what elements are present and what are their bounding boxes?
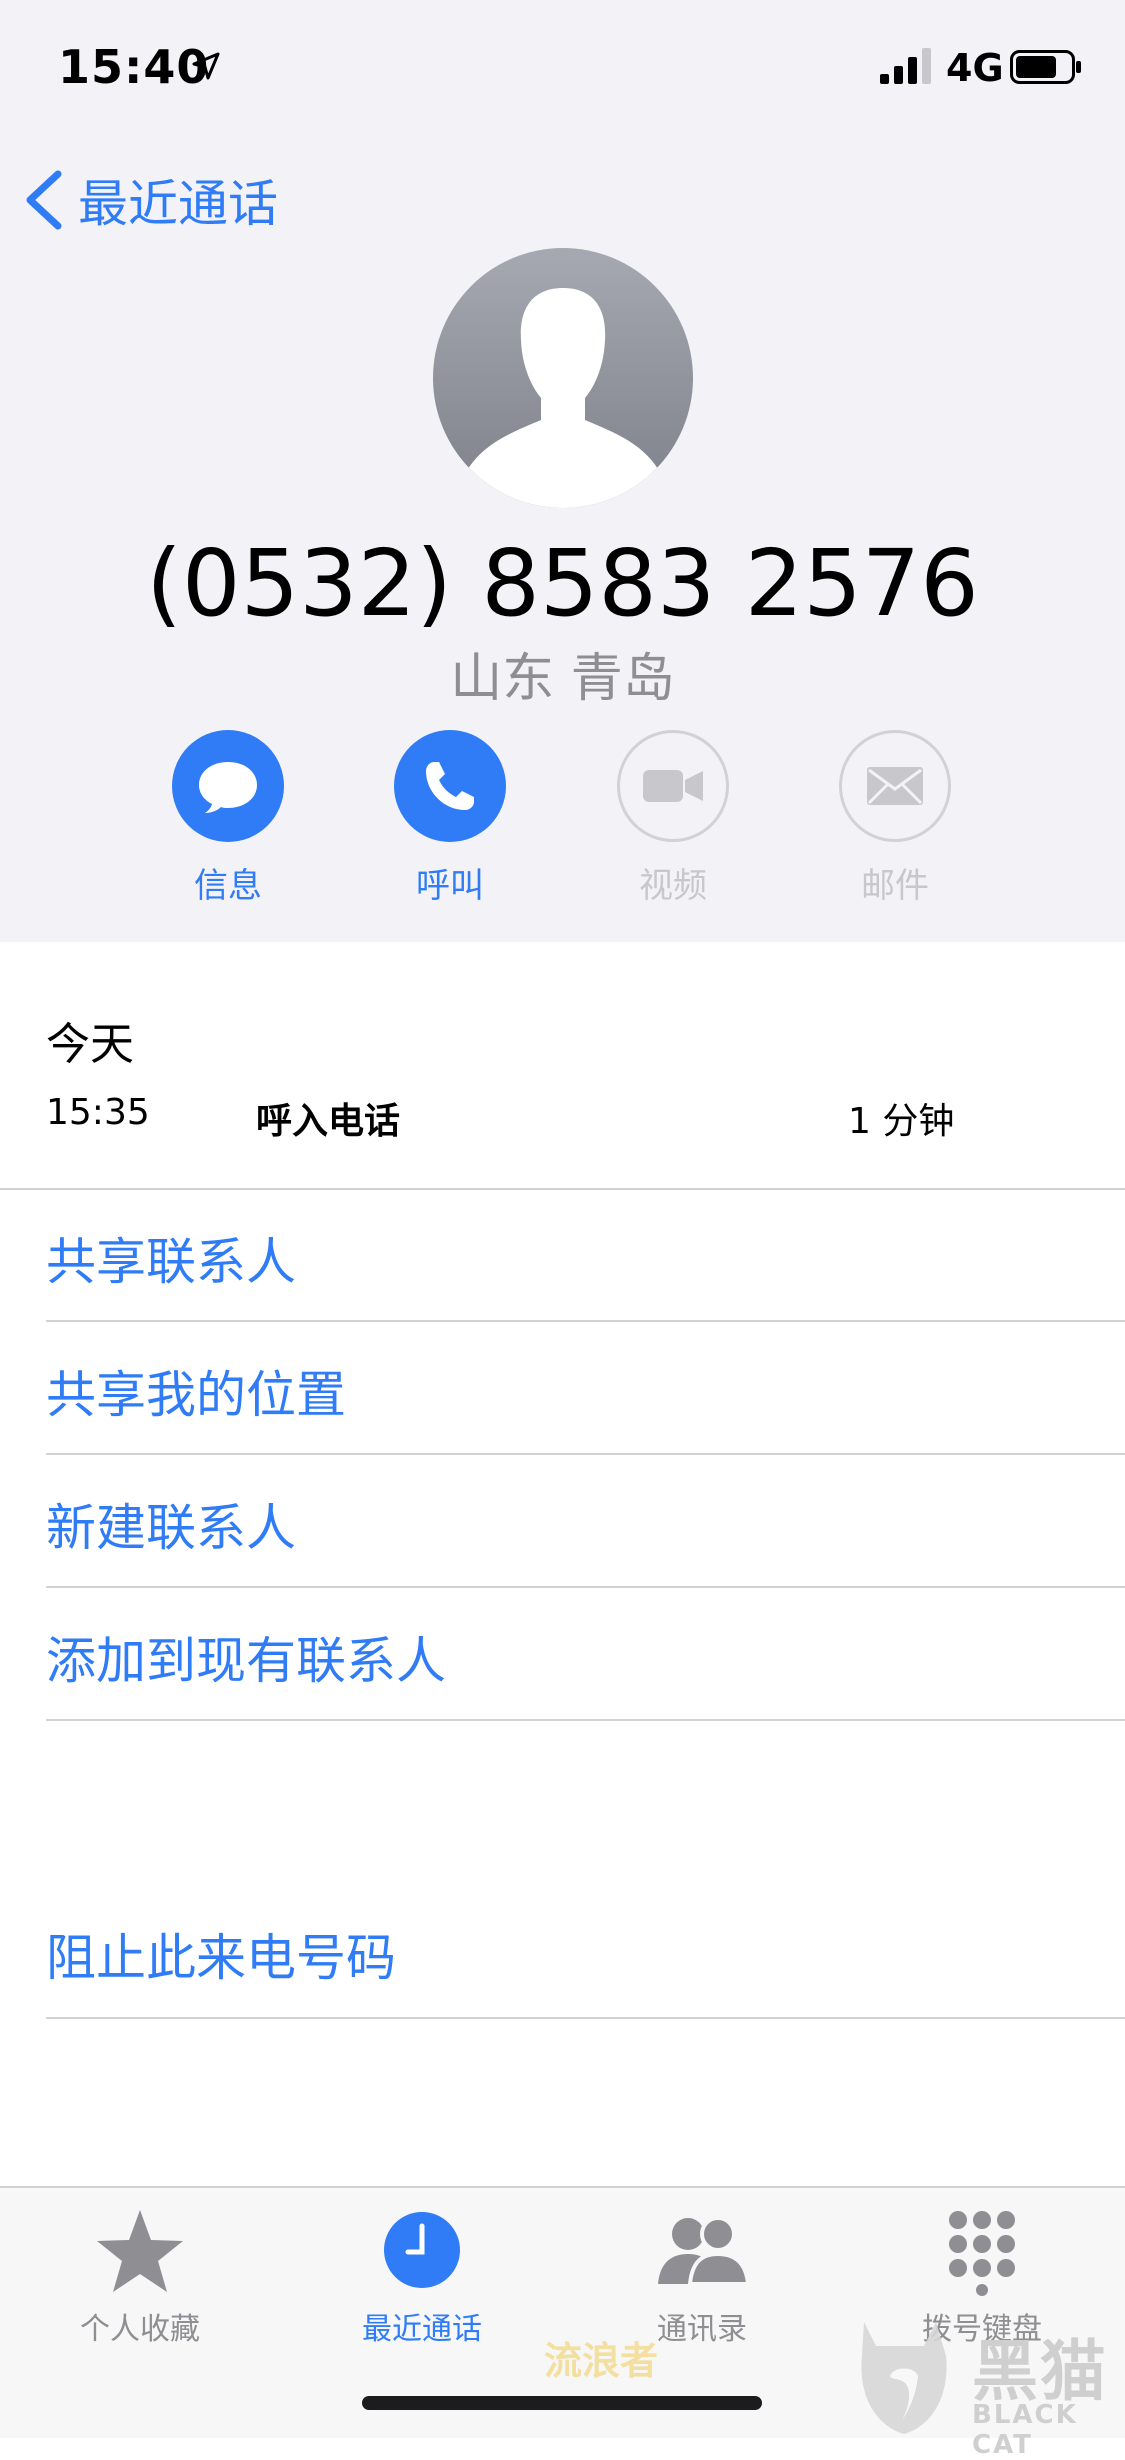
call-action-label: 呼叫 [416,866,484,906]
option-divider [46,1719,1125,1721]
message-action-circle [172,730,284,842]
block-caller-option[interactable]: 阻止此来电号码 [46,1918,396,1990]
recents-day-header: 今天 [46,1019,134,1070]
share-location-option[interactable]: 共享我的位置 [46,1355,346,1427]
mail-action-button[interactable]: 邮件 [810,730,980,907]
cellular-signal-icon [880,48,931,84]
message-action-button[interactable]: 信息 [143,730,313,907]
tab-recents-label: 最近通话 [362,2312,482,2347]
watermark-brand-en: BLACK CAT [972,2400,1078,2460]
tab-recents[interactable]: 最近通话 [322,2204,522,2348]
tab-favorites[interactable]: 个人收藏 [40,2204,240,2348]
contact-location: 山东 青岛 [450,649,675,709]
mail-action-label: 邮件 [861,866,929,906]
chevron-left-icon [26,170,62,230]
tab-contacts[interactable]: 通讯录 [602,2204,802,2348]
location-arrow-icon [192,52,220,80]
recent-call-duration: 1 分钟 [848,1101,955,1142]
network-type: 4G [946,46,1004,90]
recents-divider [0,1188,1125,1190]
tab-favorites-label: 个人收藏 [80,2312,200,2347]
phone-icon [426,762,474,810]
share-contact-option[interactable]: 共享联系人 [46,1222,296,1294]
contact-phone-number: (0532) 8583 2576 [146,530,979,637]
new-contact-option[interactable]: 新建联系人 [46,1488,296,1560]
status-time: 15:40 [58,40,210,94]
clock-icon [384,2212,460,2288]
star-icon [97,2210,183,2292]
back-button[interactable]: 最近通话 [22,160,278,240]
recent-call-time: 15:35 [46,1092,150,1133]
option-divider [46,1453,1125,1455]
contacts-icon [658,2216,751,2286]
recent-call-type: 呼入电话 [256,1101,401,1142]
message-icon [199,762,257,813]
message-action-label: 信息 [194,866,262,906]
battery-icon [1010,50,1081,84]
option-divider [46,1586,1125,1588]
mail-icon [867,767,923,805]
keypad-icon [949,2211,1015,2296]
home-indicator[interactable] [362,2396,762,2410]
call-action-circle [394,730,506,842]
block-divider [46,2017,1125,2019]
option-divider [46,1320,1125,1322]
contact-avatar [433,248,693,508]
mail-action-circle [839,730,951,842]
add-to-existing-contact-option[interactable]: 添加到现有联系人 [46,1621,446,1693]
back-label: 最近通话 [78,175,278,233]
video-action-button[interactable]: 视频 [588,730,758,907]
video-icon [643,770,703,802]
call-action-button[interactable]: 呼叫 [365,730,535,907]
watermark-text: 流浪者 [544,2339,659,2383]
video-action-label: 视频 [639,866,707,906]
video-action-circle [617,730,729,842]
